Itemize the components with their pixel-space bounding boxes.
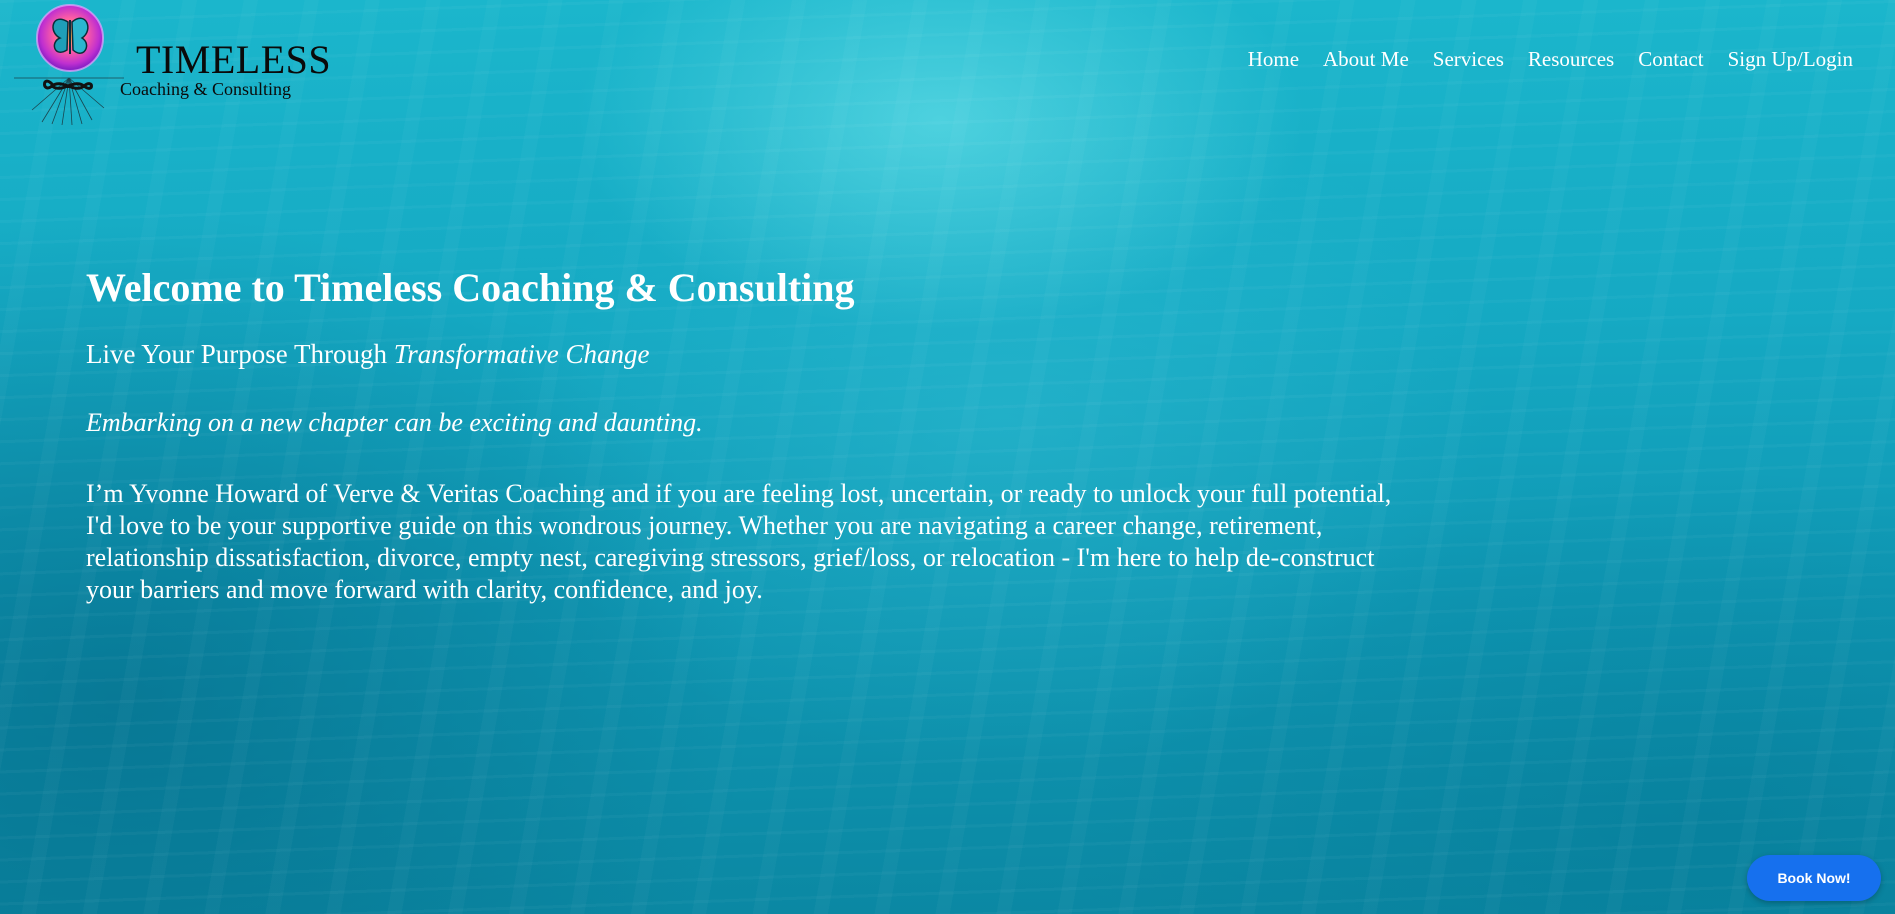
tagline-plain: Live Your Purpose Through (86, 339, 394, 369)
tagline: Live Your Purpose Through Transformative… (86, 336, 1416, 372)
nav-about-me[interactable]: About Me (1323, 46, 1409, 72)
main-navigation: Home About Me Services Resources Contact… (1248, 46, 1853, 72)
nav-sign-up-login[interactable]: Sign Up/Login (1728, 46, 1853, 72)
intro-paragraph: I’m Yvonne Howard of Verve & Veritas Coa… (86, 479, 1392, 604)
lead-text: Embarking on a new chapter can be exciti… (86, 408, 703, 437)
butterfly-infinity-icon (14, 4, 124, 125)
page-title: Welcome to Timeless Coaching & Consultin… (86, 265, 855, 310)
logo-subtitle: Coaching & Consulting (120, 79, 291, 99)
book-now-button[interactable]: Book Now! (1747, 855, 1881, 901)
nav-resources[interactable]: Resources (1528, 46, 1614, 72)
nav-services[interactable]: Services (1433, 46, 1504, 72)
hero-section: Welcome to Timeless Coaching & Consultin… (86, 262, 1416, 606)
tagline-italic: Transformative Change (393, 339, 650, 369)
nav-contact[interactable]: Contact (1638, 46, 1703, 72)
nav-home[interactable]: Home (1248, 46, 1299, 72)
site-logo[interactable]: TIMELESS Coaching & Consulting (12, 0, 331, 125)
logo-title: TIMELESS (136, 37, 332, 82)
